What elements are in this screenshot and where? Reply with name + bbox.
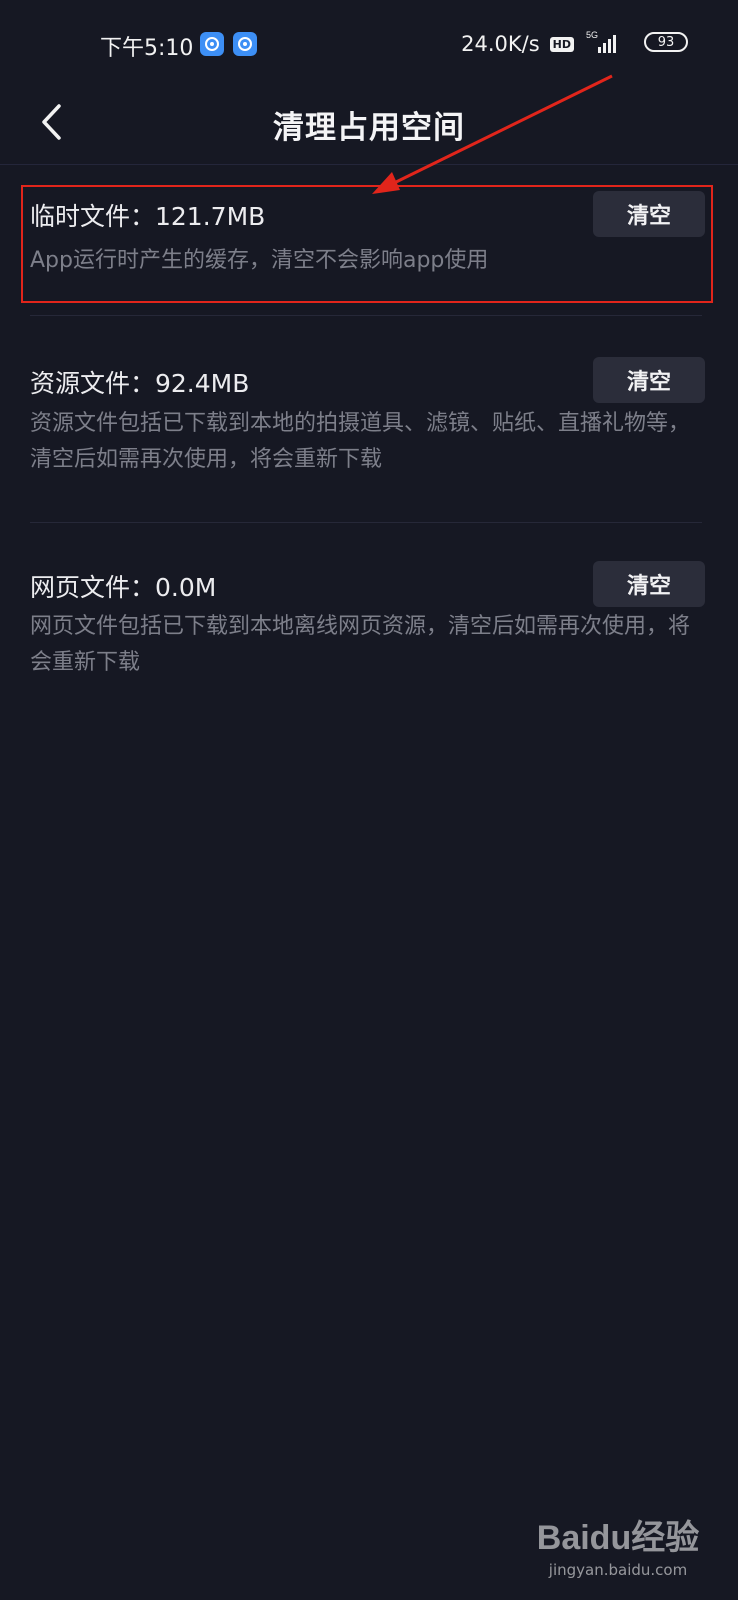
divider (30, 315, 702, 316)
app-notification-icon (233, 32, 257, 56)
status-time: 下午5:10 (100, 36, 194, 61)
item-description: 网页文件包括已下载到本地离线网页资源，清空后如需再次使用，将会重新下载 (30, 614, 691, 675)
hd-icon: HD (549, 36, 574, 52)
battery-level: 93 (657, 34, 675, 50)
signal-icon: 5G (584, 29, 622, 59)
item-title: 网页文件：0.0M (30, 573, 217, 602)
watermark-url: jingyan.baidu.com (548, 1561, 688, 1579)
clear-resource-button[interactable]: 清空 (593, 357, 705, 403)
clear-temp-button[interactable]: 清空 (593, 191, 705, 237)
network-type-label: 5G (586, 30, 598, 40)
clear-web-button[interactable]: 清空 (593, 561, 705, 607)
nav-bar: 清理占用空间 (0, 88, 738, 165)
item-title: 临时文件：121.7MB (30, 202, 266, 231)
item-description: 资源文件包括已下载到本地的拍摄道具、滤镜、贴纸、直播礼物等，清空后如需再次使用，… (30, 411, 691, 472)
network-speed: 24.0K/s (461, 32, 540, 56)
storage-item-resource: 资源文件：92.4MB 资源文件包括已下载到本地的拍摄道具、滤镜、贴纸、直播礼物… (0, 340, 738, 510)
battery-icon: 93 (644, 32, 688, 52)
storage-item-temp: 临时文件：121.7MB App运行时产生的缓存，清空不会影响app使用 清空 (0, 185, 738, 315)
baidu-watermark: Baidu经验 jingyan.baidu.com (528, 1510, 708, 1590)
storage-item-web: 网页文件：0.0M 网页文件包括已下载到本地离线网页资源，清空后如需再次使用，将… (0, 545, 738, 695)
watermark-logo: Baidu经验 (536, 1519, 700, 1557)
app-notification-icon (200, 32, 224, 56)
divider (30, 522, 702, 523)
status-bar: 下午5:10 24.0K/s HD 5G 93 (0, 0, 738, 88)
item-description: App运行时产生的缓存，清空不会影响app使用 (30, 248, 489, 273)
page-title: 清理占用空间 (273, 110, 465, 146)
item-title: 资源文件：92.4MB (30, 369, 250, 398)
